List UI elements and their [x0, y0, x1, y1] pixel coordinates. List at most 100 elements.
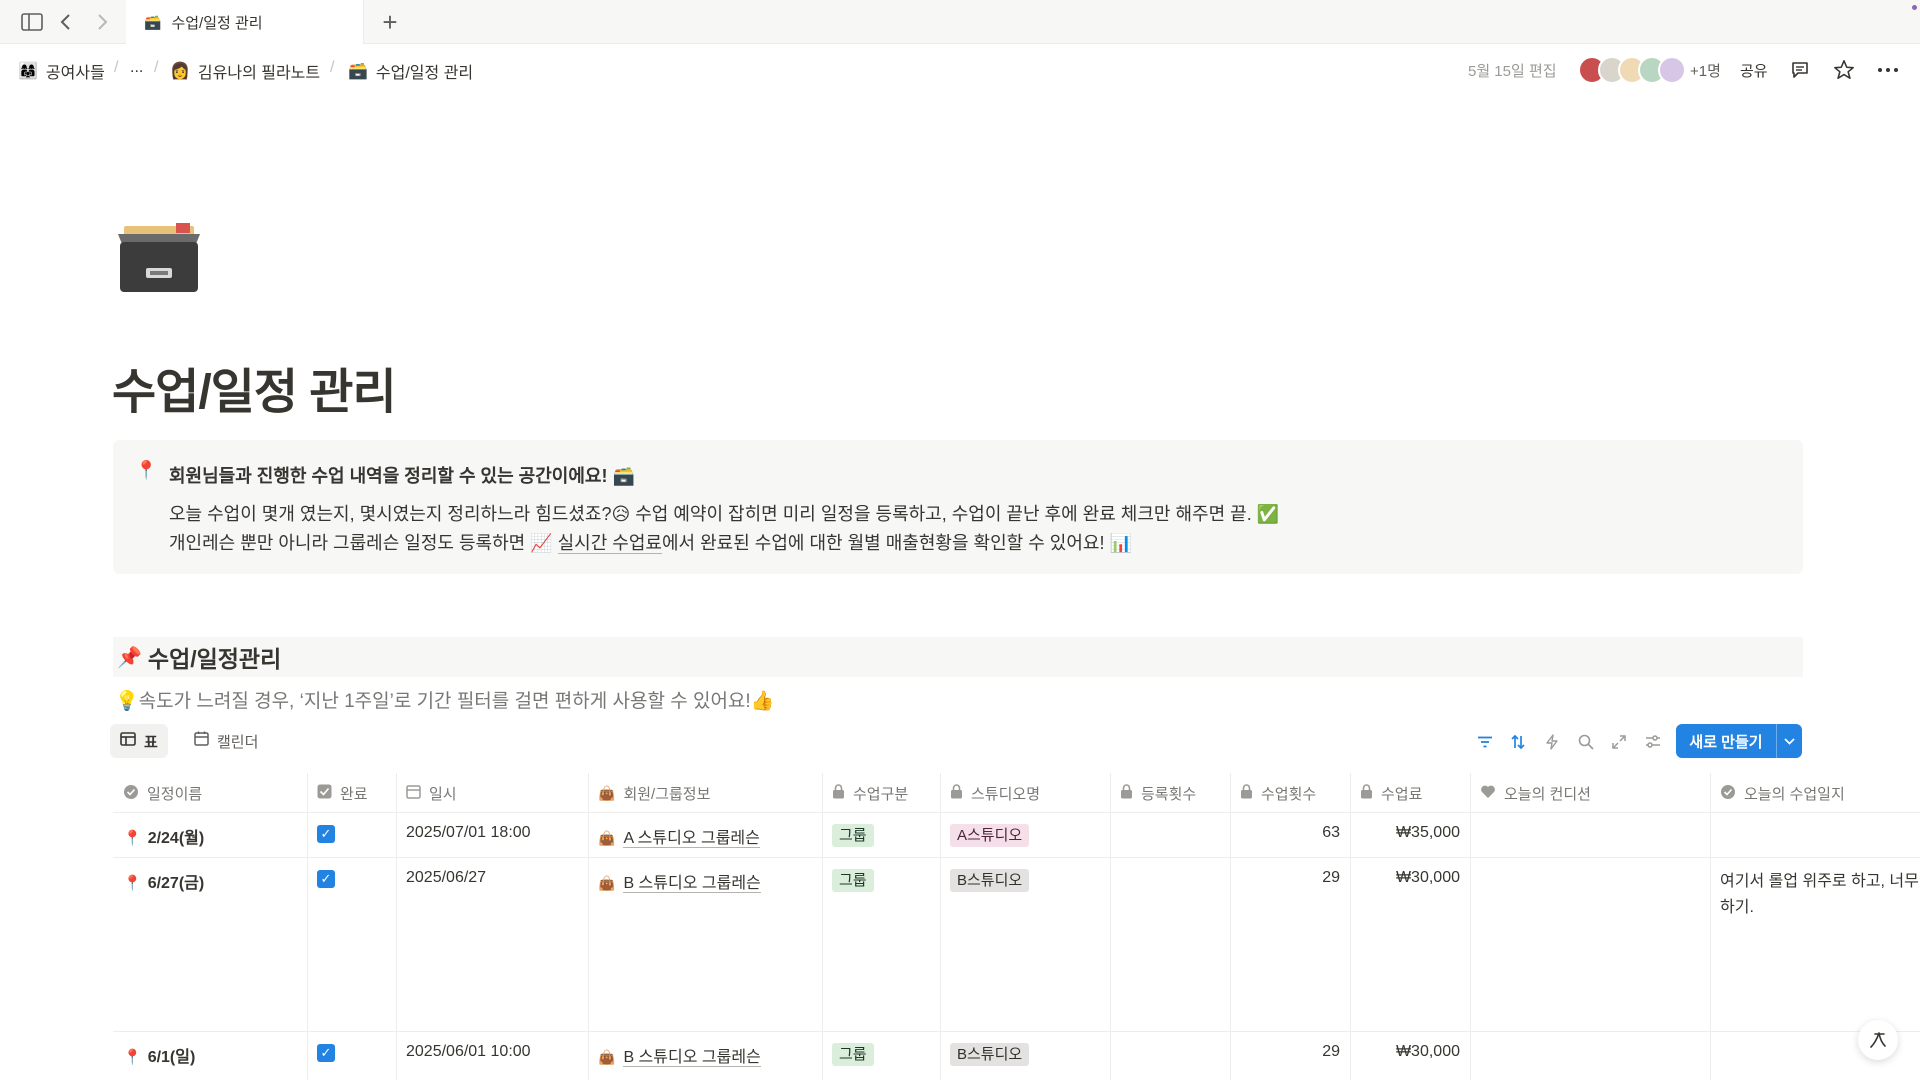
new-entry-button[interactable]: 새로 만들기: [1676, 724, 1802, 758]
table-header: 일정이름 완료 일시 👜 회원/그룹정보 수업구분 스튜디오명 등록횟수 수업횟수: [113, 773, 1920, 813]
heart-icon: [1480, 784, 1496, 802]
row-registered[interactable]: [1110, 858, 1230, 880]
row-studio[interactable]: B스튜디오: [940, 1032, 1039, 1077]
row-studio[interactable]: A스튜디오: [940, 813, 1039, 858]
more-users-count[interactable]: +1명: [1690, 60, 1721, 81]
relation-bag-icon: 👜: [598, 875, 616, 891]
top-bar: 👩‍👩‍👧 공여사들 / ... / 👩 김유나의 필라노트 / 🗃️ 수업/일…: [0, 50, 1920, 90]
row-condition[interactable]: [1470, 1032, 1490, 1054]
tip-text: 💡속도가 느려질 경우, ‘지난 1주일’로 기간 필터를 걸면 편하게 사용할…: [115, 691, 775, 712]
checkbox-icon: [317, 784, 332, 802]
row-registered[interactable]: [1110, 813, 1230, 835]
done-checkbox[interactable]: ✓: [317, 825, 335, 843]
view-tab-table[interactable]: 표: [110, 724, 168, 758]
card-index-icon: 🗃️: [144, 13, 162, 30]
column-header-datetime[interactable]: 일시: [396, 773, 457, 813]
table-icon: [120, 731, 136, 751]
help-icon[interactable]: [1858, 1020, 1898, 1060]
round-pushpin-icon: 📍: [123, 830, 142, 847]
row-member[interactable]: 👜 A 스튜디오 그룹레슨: [588, 813, 770, 859]
page-title[interactable]: 수업/일정 관리: [112, 352, 397, 422]
table-row[interactable]: 📍 2/24(월) ✓ 2025/07/01 18:00 👜 A 스튜디오 그룹레슨…: [113, 813, 1920, 858]
forward-icon[interactable]: [88, 8, 116, 36]
collaborator-avatars[interactable]: [1578, 56, 1688, 84]
row-name[interactable]: 📍 6/1(일): [113, 1032, 205, 1078]
more-options-icon[interactable]: [1874, 56, 1902, 84]
table-row[interactable]: 📍 6/27(금) ✓ 2025/06/27 👜 B 스튜디오 그룹레슨 그룹 B스…: [113, 858, 1920, 1032]
callout-line-2: 오늘 수업이 몇개 였는지, 몇시였는지 정리하느라 힘드셨죠?😥 수업 예약이…: [169, 504, 1280, 524]
column-header-type[interactable]: 수업구분: [822, 773, 908, 813]
breadcrumb-ellipsis[interactable]: ...: [130, 59, 143, 77]
row-fee[interactable]: ₩30,000: [1350, 1032, 1470, 1072]
row-type[interactable]: 그룹: [822, 1032, 884, 1077]
column-header-journal[interactable]: 오늘의 수업일지: [1710, 773, 1845, 813]
relation-bag-icon: 👜: [598, 784, 616, 801]
row-datetime[interactable]: 2025/07/01 18:00: [396, 813, 541, 853]
table-row[interactable]: 📍 6/1(일) ✓ 2025/06/01 10:00 👜 B 스튜디오 그룹레슨 …: [113, 1032, 1920, 1080]
relation-bag-icon: 👜: [598, 1049, 616, 1065]
view-tab-calendar[interactable]: 캘린더: [184, 724, 268, 758]
column-header-fee[interactable]: 수업료: [1350, 773, 1422, 813]
row-member[interactable]: 👜 B 스튜디오 그룹레슨: [588, 858, 771, 904]
relation-bag-icon: 👜: [598, 830, 616, 846]
chevron-down-icon[interactable]: [1777, 734, 1802, 748]
comment-icon[interactable]: [1786, 56, 1814, 84]
round-pushpin-icon: 📍: [123, 1049, 142, 1066]
row-name[interactable]: 📍 2/24(월): [113, 813, 214, 859]
lock-icon: [1120, 784, 1133, 802]
row-journal[interactable]: [1710, 813, 1730, 835]
column-header-studio[interactable]: 스튜디오명: [940, 773, 1040, 813]
column-header-name[interactable]: 일정이름: [113, 773, 202, 813]
row-studio[interactable]: B스튜디오: [940, 858, 1039, 903]
avatar: [1658, 56, 1686, 84]
section-heading[interactable]: 📌 수업/일정관리: [113, 637, 1803, 677]
row-condition[interactable]: [1470, 858, 1490, 880]
filter-icon[interactable]: [1474, 731, 1496, 753]
tab-bar: 🗃️ 수업/일정 관리 +: [0, 0, 1920, 44]
done-checkbox[interactable]: ✓: [317, 1044, 335, 1062]
star-icon[interactable]: [1830, 56, 1858, 84]
row-count[interactable]: 29: [1230, 858, 1350, 898]
browser-tab[interactable]: 🗃️ 수업/일정 관리: [126, 0, 364, 44]
automation-lightning-icon[interactable]: [1541, 731, 1563, 753]
breadcrumb-separator: /: [114, 59, 119, 76]
row-fee[interactable]: ₩35,000: [1350, 813, 1470, 853]
row-condition[interactable]: [1470, 813, 1490, 835]
settings-sliders-icon[interactable]: [1642, 731, 1664, 753]
column-header-done[interactable]: 완료: [307, 773, 368, 813]
row-journal[interactable]: [1710, 1032, 1730, 1054]
row-count[interactable]: 29: [1230, 1032, 1350, 1072]
share-button[interactable]: 공유: [1740, 60, 1768, 81]
breadcrumb-notebook[interactable]: 👩 김유나의 필라노트: [170, 59, 320, 83]
row-count[interactable]: 63: [1230, 813, 1350, 853]
row-datetime[interactable]: 2025/06/01 10:00: [396, 1032, 541, 1072]
expand-icon[interactable]: [1608, 731, 1630, 753]
card-file-box-icon[interactable]: [116, 220, 202, 294]
column-header-condition[interactable]: 오늘의 컨디션: [1470, 773, 1591, 813]
row-member[interactable]: 👜 B 스튜디오 그룹레슨: [588, 1032, 771, 1078]
column-header-registered[interactable]: 등록횟수: [1110, 773, 1196, 813]
callout-block[interactable]: 📍 회원님들과 진행한 수업 내역을 정리할 수 있는 공간이에요! 🗃️ 오늘…: [113, 440, 1803, 574]
status-check-icon: [123, 784, 139, 803]
round-pushpin-icon: 📍: [135, 460, 158, 480]
row-type[interactable]: 그룹: [822, 813, 884, 858]
sort-icon[interactable]: [1507, 731, 1529, 753]
calendar-icon: [194, 731, 209, 751]
column-header-count[interactable]: 수업횟수: [1230, 773, 1316, 813]
row-fee[interactable]: ₩30,000: [1350, 858, 1470, 898]
search-icon[interactable]: [1575, 731, 1597, 753]
sidebar-toggle-icon[interactable]: [18, 8, 46, 36]
back-icon[interactable]: [52, 8, 80, 36]
row-type[interactable]: 그룹: [822, 858, 884, 903]
row-datetime[interactable]: 2025/06/27: [396, 858, 496, 898]
row-registered[interactable]: [1110, 1032, 1230, 1054]
breadcrumb-workspace[interactable]: 👩‍👩‍👧 공여사들: [18, 59, 105, 83]
new-tab-icon[interactable]: +: [376, 7, 404, 37]
tab-title: 수업/일정 관리: [171, 14, 263, 32]
row-journal[interactable]: 여기서 롤업 위주로 하고, 너무 하기.: [1710, 858, 1920, 932]
column-header-member[interactable]: 👜 회원/그룹정보: [588, 773, 710, 813]
realtime-fee-link[interactable]: 실시간 수업료: [557, 533, 662, 554]
row-name[interactable]: 📍 6/27(금): [113, 858, 214, 904]
breadcrumb-current-page[interactable]: 🗃️ 수업/일정 관리: [348, 59, 473, 83]
done-checkbox[interactable]: ✓: [317, 870, 335, 888]
